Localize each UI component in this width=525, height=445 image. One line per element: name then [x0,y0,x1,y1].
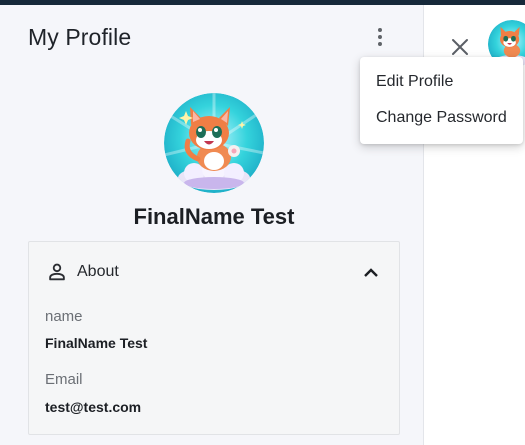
profile-name: FinalName Test [133,204,295,229]
menu-item-edit-profile[interactable]: Edit Profile [376,73,453,91]
about-title: About [77,263,119,280]
about-section-header[interactable]: About [29,242,399,294]
profile-actions-menu: Edit Profile Change Password [360,57,523,144]
close-icon[interactable] [449,36,471,58]
avatar [164,93,264,193]
email-label: Email [45,371,83,388]
name-value: FinalName Test [45,335,148,351]
about-card: About name FinalName Test Email test@tes… [28,241,400,435]
email-value: test@test.com [45,399,142,415]
chevron-up-icon[interactable] [363,266,379,278]
page-title: My Profile [28,24,132,50]
more-vertical-icon[interactable] [370,25,390,49]
person-icon [49,263,65,281]
name-label: name [45,308,83,325]
menu-item-change-password[interactable]: Change Password [376,109,507,127]
